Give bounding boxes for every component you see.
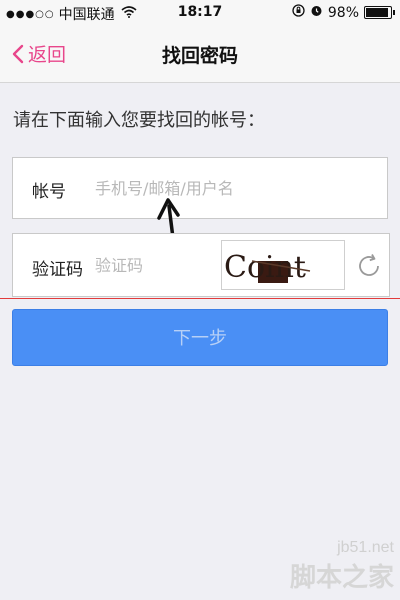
instruction-text: 请在下面输入您要找回的帐号： [13,110,265,131]
status-bar: ●●●○○ 中国联通 18:17 98% [0,0,400,26]
page-title: 找回密码 [161,45,238,67]
battery-fill [366,8,388,17]
captcha-image[interactable]: Coint [221,240,345,290]
battery-icon [364,6,395,19]
status-right: 98% [292,4,395,21]
battery-percent: 98% [327,4,359,21]
watermark: jb51.net 脚本之家 [290,539,394,594]
account-input[interactable] [95,177,365,199]
verification-row: 验证码 Coint [12,233,390,297]
refresh-icon[interactable] [355,252,383,284]
account-label: 帐号 [32,182,66,202]
verification-input[interactable] [95,254,215,276]
next-step-button[interactable]: 下一步 [12,309,388,366]
divider [0,298,400,299]
navigation-bar: 返回 找回密码 [0,26,400,83]
watermark-url: jb51.net [337,539,394,556]
watermark-text: 脚本之家 [289,562,394,592]
account-row: 帐号 [12,157,388,219]
alarm-icon [310,4,323,21]
rotation-lock-icon [292,4,305,21]
verification-label: 验证码 [32,260,83,280]
